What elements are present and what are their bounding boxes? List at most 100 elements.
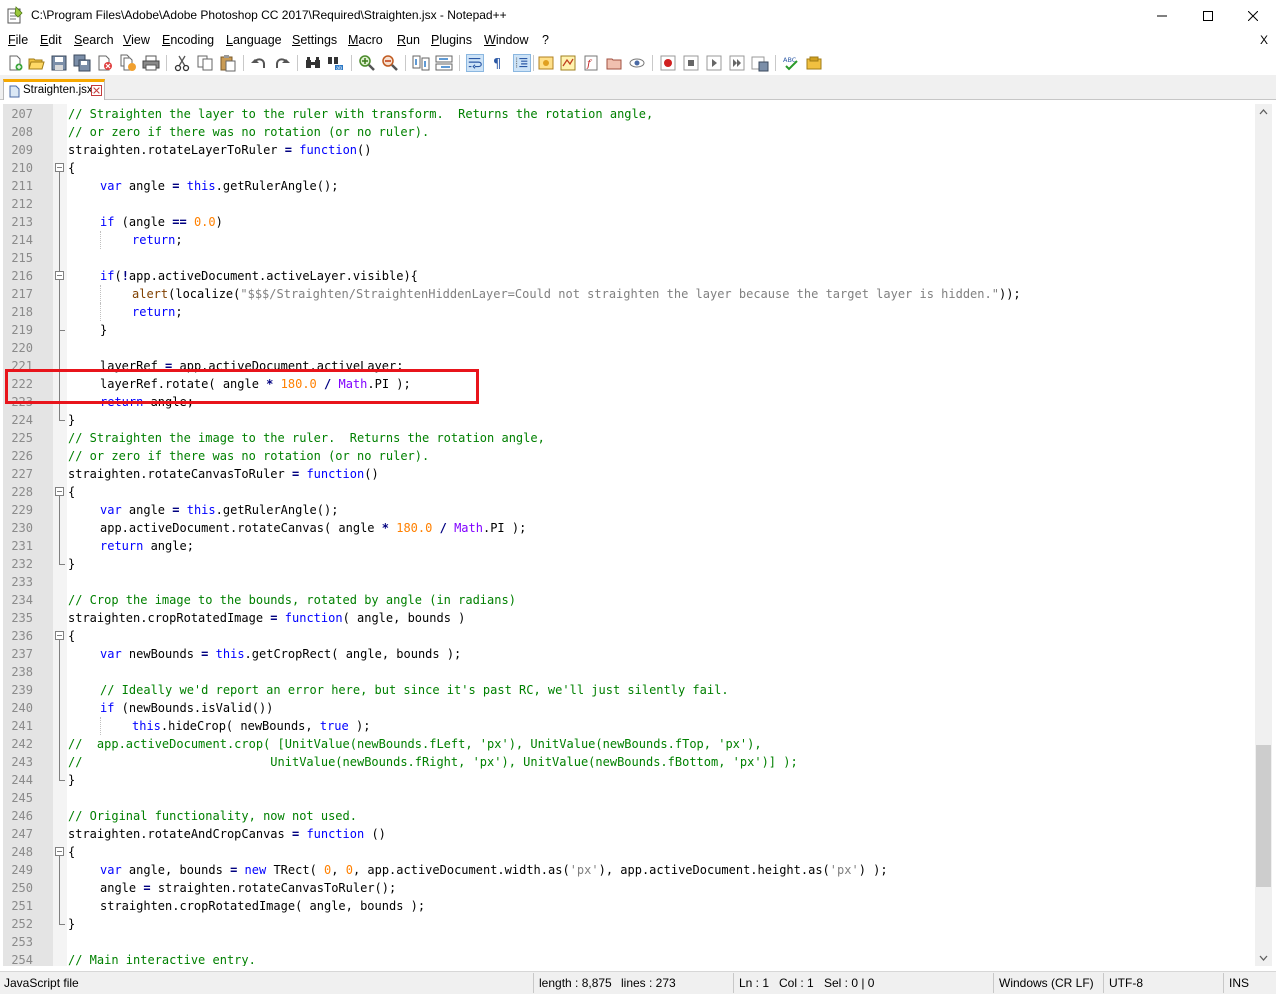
- record-macro-icon[interactable]: [659, 54, 677, 72]
- stop-recording-icon[interactable]: [682, 54, 700, 72]
- spell-check-icon[interactable]: ABC: [782, 54, 800, 72]
- code-token: , app.activeDocument.width.as(: [352, 863, 570, 877]
- plugin-icon[interactable]: [805, 54, 823, 72]
- code-token: ;: [175, 305, 183, 319]
- code-token: var: [100, 647, 122, 661]
- sync-vertical-icon[interactable]: [412, 54, 430, 72]
- open-file-icon[interactable]: [27, 54, 45, 72]
- code-line: 226 // or zero if there was no rotation (…: [3, 447, 1255, 465]
- menu-encoding[interactable]: Encoding: [162, 33, 214, 47]
- line-code: {: [68, 627, 75, 645]
- code-line: 227 straighten.rotateCanvasToRuler = func…: [3, 465, 1255, 483]
- maximize-button[interactable]: [1185, 0, 1231, 31]
- line-number: 226: [11, 449, 33, 463]
- code-line: 247 straighten.rotateAndCropCanvas = func…: [3, 825, 1255, 843]
- scroll-up-arrow-icon[interactable]: [1258, 107, 1269, 118]
- line-number: 207: [11, 107, 33, 121]
- save-icon[interactable]: [50, 54, 68, 72]
- print-icon[interactable]: [142, 54, 160, 72]
- fold-toggle-icon[interactable]: [55, 271, 64, 280]
- line-number: 210: [11, 161, 33, 175]
- indent-guide-icon[interactable]: [513, 54, 531, 72]
- user-language-icon[interactable]: [537, 54, 555, 72]
- monitoring-icon[interactable]: [628, 54, 646, 72]
- code-token: // Ideally we'd report an error here, bu…: [100, 683, 729, 697]
- close-document-button[interactable]: X: [1260, 33, 1268, 47]
- scroll-down-arrow-icon[interactable]: [1258, 952, 1269, 963]
- menu-help[interactable]: ?: [542, 33, 549, 47]
- fold-toggle-icon[interactable]: [55, 487, 64, 496]
- code-token: if: [100, 269, 115, 283]
- line-code: // UnitValue(newBounds.fRight, 'px'), Un…: [68, 753, 798, 771]
- code-token: return: [132, 233, 176, 247]
- code-token: return: [132, 305, 176, 319]
- zoom-out-icon[interactable]: [381, 54, 399, 72]
- minimize-button[interactable]: [1139, 0, 1185, 31]
- line-number: 209: [11, 143, 33, 157]
- menu-run[interactable]: Run: [397, 33, 420, 47]
- code-token: (angle: [114, 215, 173, 229]
- replace-icon[interactable]: ab: [327, 54, 345, 72]
- sync-horizontal-icon[interactable]: [435, 54, 453, 72]
- line-code: straighten.cropRotatedImage( angle, boun…: [100, 897, 425, 915]
- close-all-icon[interactable]: [119, 54, 137, 72]
- menu-window[interactable]: Window: [484, 33, 528, 47]
- find-icon[interactable]: [304, 54, 322, 72]
- tab-straighten-jsx[interactable]: Straighten.jsx: [3, 79, 105, 100]
- code-token: ): [215, 215, 223, 229]
- line-code: app.activeDocument.rotateCanvas( angle *…: [100, 519, 526, 537]
- code-token: // Straighten the image to the ruler. Re…: [68, 431, 545, 445]
- fold-toggle-icon[interactable]: [55, 631, 64, 640]
- function-list-icon[interactable]: f: [582, 54, 600, 72]
- code-token: }: [68, 557, 76, 571]
- code-token: ==: [172, 215, 187, 229]
- code-token: ;: [175, 233, 183, 247]
- document-map-icon[interactable]: [559, 54, 577, 72]
- undo-icon[interactable]: [250, 54, 268, 72]
- close-icon: [1248, 10, 1258, 21]
- play-macro-icon[interactable]: [705, 54, 723, 72]
- save-macro-icon[interactable]: [751, 54, 769, 72]
- code-line: 214 return;: [3, 231, 1255, 249]
- show-all-characters-icon[interactable]: ¶: [489, 54, 507, 72]
- close-button[interactable]: [1230, 0, 1276, 31]
- tab-close-icon[interactable]: [91, 85, 102, 96]
- word-wrap-icon[interactable]: [466, 54, 484, 72]
- redo-icon[interactable]: [273, 54, 291, 72]
- scrollbar-thumb[interactable]: [1256, 745, 1271, 887]
- menu-edit[interactable]: Edit: [40, 33, 62, 47]
- close-file-icon[interactable]: [96, 54, 114, 72]
- code-line: 209 straighten.rotateLayerToRuler = funct…: [3, 141, 1255, 159]
- code-token: // Original functionality, now not used.: [68, 809, 357, 823]
- menu-file[interactable]: File: [8, 33, 28, 47]
- line-code: alert(localize("$$$/Straighten/Straighte…: [132, 285, 1021, 303]
- code-line: 242 // app.activeDocument.crop( [UnitValu…: [3, 735, 1255, 753]
- new-file-icon[interactable]: [6, 54, 24, 72]
- status-length: length : 8,875: [539, 976, 612, 990]
- menu-language[interactable]: Language: [226, 33, 282, 47]
- copy-icon[interactable]: [196, 54, 214, 72]
- menu-search[interactable]: Search: [74, 33, 114, 47]
- menu-macro[interactable]: Macro: [348, 33, 383, 47]
- code-line: 251 straighten.cropRotatedImage( angle, b…: [3, 897, 1255, 915]
- code-token: 0.0: [193, 215, 216, 229]
- fold-toggle-icon[interactable]: [55, 847, 64, 856]
- cut-icon[interactable]: [173, 54, 191, 72]
- code-token: return: [100, 539, 144, 553]
- menu-view[interactable]: View: [123, 33, 150, 47]
- code-token: 'px': [569, 863, 599, 877]
- zoom-in-icon[interactable]: [358, 54, 376, 72]
- code-editor[interactable]: 207 // Straighten the layer to the ruler …: [3, 104, 1255, 966]
- code-line: 248 {: [3, 843, 1255, 861]
- run-macro-multiple-icon[interactable]: [728, 54, 746, 72]
- folder-as-workspace-icon[interactable]: [605, 54, 623, 72]
- code-line: 245: [3, 789, 1255, 807]
- paste-icon[interactable]: [219, 54, 237, 72]
- code-token: straighten.rotateAndCropCanvas: [68, 827, 292, 841]
- line-number: 224: [11, 413, 33, 427]
- fold-toggle-icon[interactable]: [55, 163, 64, 172]
- menu-settings[interactable]: Settings: [292, 33, 337, 47]
- save-all-icon[interactable]: [73, 54, 91, 72]
- menu-plugins[interactable]: Plugins: [431, 33, 472, 47]
